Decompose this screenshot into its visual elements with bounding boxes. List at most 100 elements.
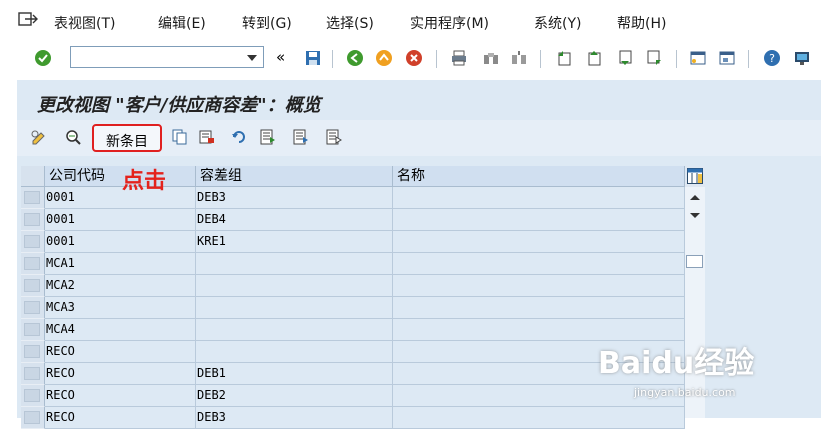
table-row[interactable]: MCA3 xyxy=(21,297,685,319)
cell-company-code[interactable]: 0001 xyxy=(45,209,196,231)
find-icon[interactable] xyxy=(483,50,499,66)
row-selector[interactable] xyxy=(21,385,45,407)
table-row[interactable]: 0001 DEB4 xyxy=(21,209,685,231)
column-header-name[interactable]: 名称 xyxy=(393,166,685,187)
row-selector[interactable] xyxy=(21,363,45,385)
copy-icon[interactable] xyxy=(172,129,188,145)
cell-name[interactable] xyxy=(393,407,685,429)
row-selector[interactable] xyxy=(21,253,45,275)
find-next-icon[interactable] xyxy=(511,50,527,66)
cell-tolerance-group[interactable]: DEB2 xyxy=(196,385,393,407)
table-row[interactable]: MCA4 xyxy=(21,319,685,341)
layout-settings-icon[interactable] xyxy=(794,50,810,66)
cell-tolerance-group[interactable]: DEB3 xyxy=(196,407,393,429)
row-selector[interactable] xyxy=(21,275,45,297)
cancel-icon[interactable] xyxy=(405,49,423,67)
shortcut-icon[interactable] xyxy=(719,50,735,66)
back-icon[interactable] xyxy=(346,49,364,67)
save-icon[interactable] xyxy=(305,50,321,66)
column-header-tolerance-group[interactable]: 容差组 xyxy=(196,166,393,187)
row-selector[interactable] xyxy=(21,341,45,363)
cell-name[interactable] xyxy=(393,209,685,231)
cell-tolerance-group[interactable]: DEB4 xyxy=(196,209,393,231)
cell-company-code[interactable]: RECO xyxy=(45,363,196,385)
new-entries-button[interactable]: 新条目 xyxy=(92,124,162,152)
previous-page-icon[interactable] xyxy=(586,50,602,66)
command-field[interactable] xyxy=(70,46,264,68)
table-row[interactable]: MCA2 xyxy=(21,275,685,297)
cell-name[interactable] xyxy=(393,297,685,319)
first-page-icon[interactable] xyxy=(555,50,571,66)
cell-tolerance-group[interactable] xyxy=(196,253,393,275)
cell-company-code[interactable]: 0001 xyxy=(45,187,196,209)
print-icon[interactable] xyxy=(451,50,467,66)
page-title: 更改视图 "客户/供应商容差"：概览 xyxy=(37,95,321,116)
row-selector[interactable] xyxy=(21,209,45,231)
cell-name[interactable] xyxy=(393,253,685,275)
table-row[interactable]: RECO DEB3 xyxy=(21,407,685,429)
cell-tolerance-group[interactable] xyxy=(196,275,393,297)
select-block-icon[interactable] xyxy=(293,129,309,145)
row-selector[interactable] xyxy=(21,187,45,209)
scroll-thumb[interactable] xyxy=(686,255,703,268)
menu-goto[interactable]: 转到(G) xyxy=(242,13,292,33)
table-row[interactable]: RECO DEB1 xyxy=(21,363,685,385)
cell-tolerance-group[interactable] xyxy=(196,341,393,363)
cell-tolerance-group[interactable]: DEB1 xyxy=(196,363,393,385)
column-settings-button[interactable] xyxy=(685,166,705,187)
cell-company-code[interactable]: MCA4 xyxy=(45,319,196,341)
cell-company-code[interactable]: RECO xyxy=(45,407,196,429)
select-all-icon[interactable] xyxy=(260,129,276,145)
scroll-down-icon[interactable] xyxy=(690,213,700,218)
table-row[interactable]: 0001 KRE1 xyxy=(21,231,685,253)
help-icon[interactable]: ? xyxy=(763,49,781,67)
menu-utilities[interactable]: 实用程序(M) xyxy=(410,13,489,33)
row-selector[interactable] xyxy=(21,231,45,253)
cell-company-code[interactable]: MCA3 xyxy=(45,297,196,319)
last-page-icon[interactable] xyxy=(647,50,663,66)
cell-tolerance-group[interactable] xyxy=(196,297,393,319)
display-icon[interactable] xyxy=(65,129,81,145)
cell-company-code[interactable]: 0001 xyxy=(45,231,196,253)
menu-system[interactable]: 系统(Y) xyxy=(534,13,581,33)
scroll-up-icon[interactable] xyxy=(690,195,700,200)
svg-text:?: ? xyxy=(769,52,775,65)
chevron-down-icon[interactable] xyxy=(247,55,257,61)
click-annotation: 点击 xyxy=(122,169,167,194)
delete-icon[interactable] xyxy=(199,129,215,145)
row-selector[interactable] xyxy=(21,407,45,429)
select-all-corner[interactable] xyxy=(21,166,45,187)
undo-icon[interactable] xyxy=(231,129,247,145)
cell-name[interactable] xyxy=(393,231,685,253)
column-header-company-code[interactable]: 公司代码 xyxy=(45,166,196,187)
collapse-arrows-icon[interactable]: « xyxy=(276,48,292,66)
cell-company-code[interactable]: MCA2 xyxy=(45,275,196,297)
cell-company-code[interactable]: MCA1 xyxy=(45,253,196,275)
next-page-icon[interactable] xyxy=(617,50,633,66)
vertical-scrollbar[interactable] xyxy=(685,187,705,418)
menu-select[interactable]: 选择(S) xyxy=(326,13,374,33)
cell-name[interactable] xyxy=(393,187,685,209)
table-row[interactable]: RECO xyxy=(21,341,685,363)
row-selector[interactable] xyxy=(21,297,45,319)
cell-company-code[interactable]: RECO xyxy=(45,385,196,407)
row-selector[interactable] xyxy=(21,319,45,341)
cell-name[interactable] xyxy=(393,275,685,297)
exit-icon[interactable] xyxy=(375,49,393,67)
enter-checkmark-icon[interactable] xyxy=(34,49,52,67)
display-change-icon[interactable] xyxy=(31,129,47,145)
table-row[interactable]: 0001 DEB3 xyxy=(21,187,685,209)
exit-menu-icon[interactable] xyxy=(18,11,38,29)
menu-help[interactable]: 帮助(H) xyxy=(617,13,666,33)
cell-company-code[interactable]: RECO xyxy=(45,341,196,363)
menu-edit[interactable]: 编辑(E) xyxy=(158,13,206,33)
cell-tolerance-group[interactable]: DEB3 xyxy=(196,187,393,209)
cell-tolerance-group[interactable] xyxy=(196,319,393,341)
table-row[interactable]: MCA1 xyxy=(21,253,685,275)
toolbar-separator xyxy=(676,50,677,68)
menu-table-view[interactable]: 表视图(T) xyxy=(54,13,115,33)
deselect-all-icon[interactable] xyxy=(326,129,342,145)
cell-tolerance-group[interactable]: KRE1 xyxy=(196,231,393,253)
table-row[interactable]: RECO DEB2 xyxy=(21,385,685,407)
new-session-icon[interactable] xyxy=(690,50,706,66)
